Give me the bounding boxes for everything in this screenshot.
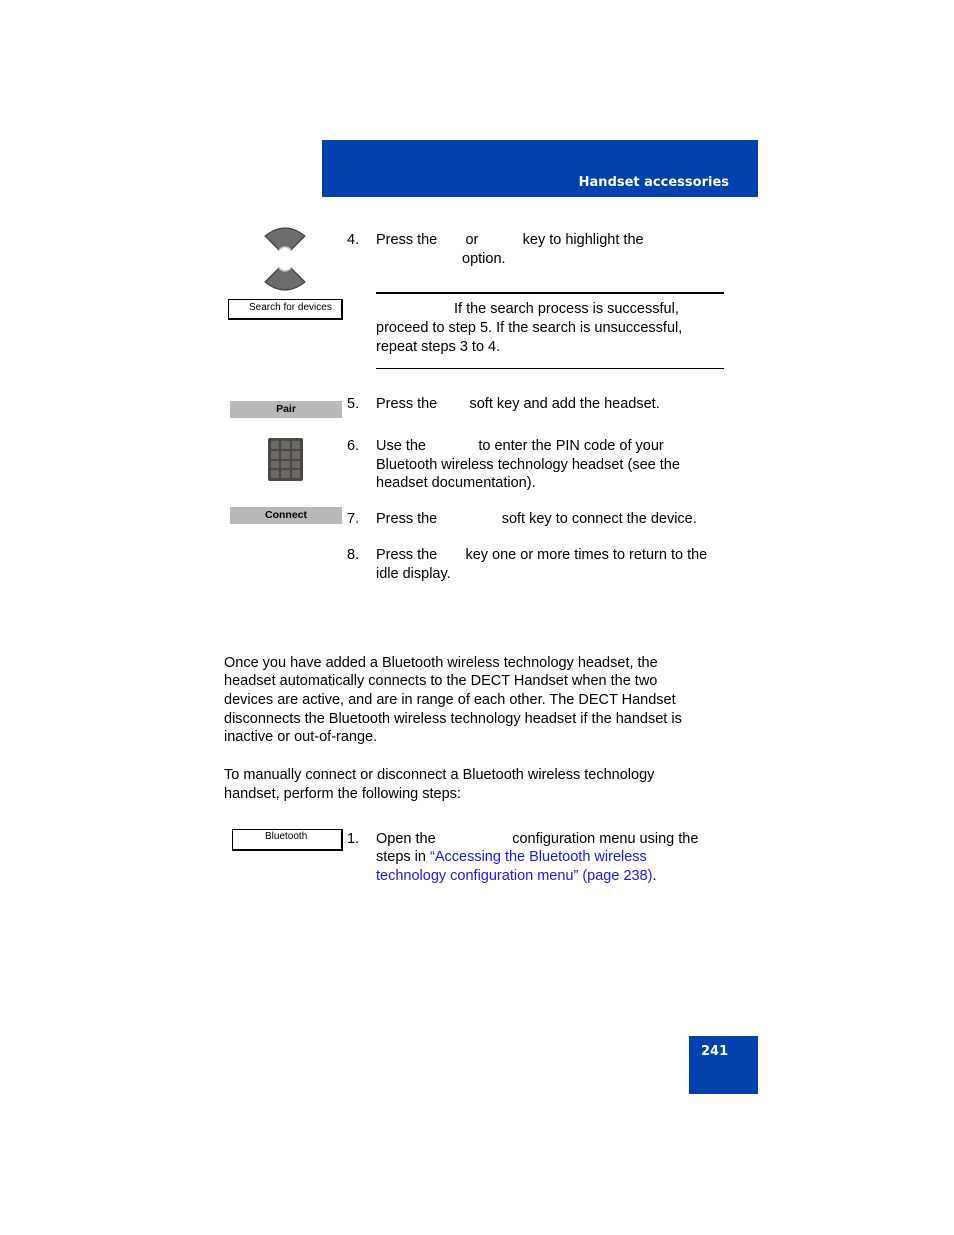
page-number: 241 — [701, 1044, 729, 1059]
step-text: headset documentation). — [376, 475, 536, 491]
paragraph-line: headset automatically connects to the DE… — [224, 673, 658, 689]
step-number: 6. — [347, 438, 360, 454]
nav-down-key-icon — [264, 267, 306, 291]
step-text: Press the or key to highlight the — [376, 232, 644, 248]
menu-label: Search for devices — [249, 302, 332, 313]
paragraph-line: To manually connect or disconnect a Blue… — [224, 767, 655, 783]
note-text: proceed to step 5. If the search is unsu… — [376, 320, 683, 336]
step-text: Open the configuration menu using the — [376, 831, 699, 847]
softkey-connect: Connect — [230, 507, 342, 524]
paragraph-line: Once you have added a Bluetooth wireless… — [224, 655, 658, 671]
step-text: Use the to enter the PIN code of your — [376, 438, 664, 454]
step-number: 5. — [347, 396, 360, 412]
note-text: repeat steps 3 to 4. — [376, 339, 501, 355]
step-text-with-link: steps in “Accessing the Bluetooth wirele… — [376, 848, 647, 867]
step-text: idle display. — [376, 566, 451, 582]
step-number: 4. — [347, 232, 360, 248]
header-band: Handset accessories — [322, 140, 758, 197]
note-bottom-rule — [376, 368, 724, 369]
paragraph-line: disconnects the Bluetooth wireless techn… — [224, 711, 682, 727]
step-text: Press the soft key and add the headset. — [376, 396, 660, 412]
paragraph-line: devices are active, and are in range of … — [224, 692, 676, 708]
menu-bluetooth: Bluetooth — [232, 829, 343, 851]
step-text-with-link: technology configuration menu” (page 238… — [376, 867, 657, 886]
menu-label: Bluetooth — [265, 831, 308, 842]
cross-reference-link[interactable]: “Accessing the Bluetooth wireless — [430, 849, 647, 865]
page-number-box: 241 — [689, 1036, 758, 1094]
step-text: Press the soft key to connect the device… — [376, 511, 697, 527]
step-number: 7. — [347, 511, 360, 527]
section-title: Handset accessories — [578, 175, 729, 190]
note-top-rule — [376, 292, 724, 294]
step-number: 1. — [347, 831, 360, 847]
softkey-pair: Pair — [230, 401, 342, 418]
paragraph-line: handset, perform the following steps: — [224, 786, 461, 802]
step-text: Press the key one or more times to retur… — [376, 547, 708, 563]
menu-search-for-devices: Search for devices — [228, 299, 343, 320]
step-text: Bluetooth wireless technology headset (s… — [376, 457, 680, 473]
step-number: 8. — [347, 547, 360, 563]
nav-up-key-icon — [264, 227, 306, 251]
step-text: option. — [462, 251, 506, 267]
step-text: steps in — [376, 849, 430, 865]
note-text: If the search process is successful, — [454, 301, 679, 317]
cross-reference-link[interactable]: technology configuration menu” (page 238… — [376, 868, 652, 884]
paragraph-line: inactive or out-of-range. — [224, 729, 378, 745]
dialpad-icon — [268, 438, 303, 481]
step-text: . — [652, 868, 657, 884]
